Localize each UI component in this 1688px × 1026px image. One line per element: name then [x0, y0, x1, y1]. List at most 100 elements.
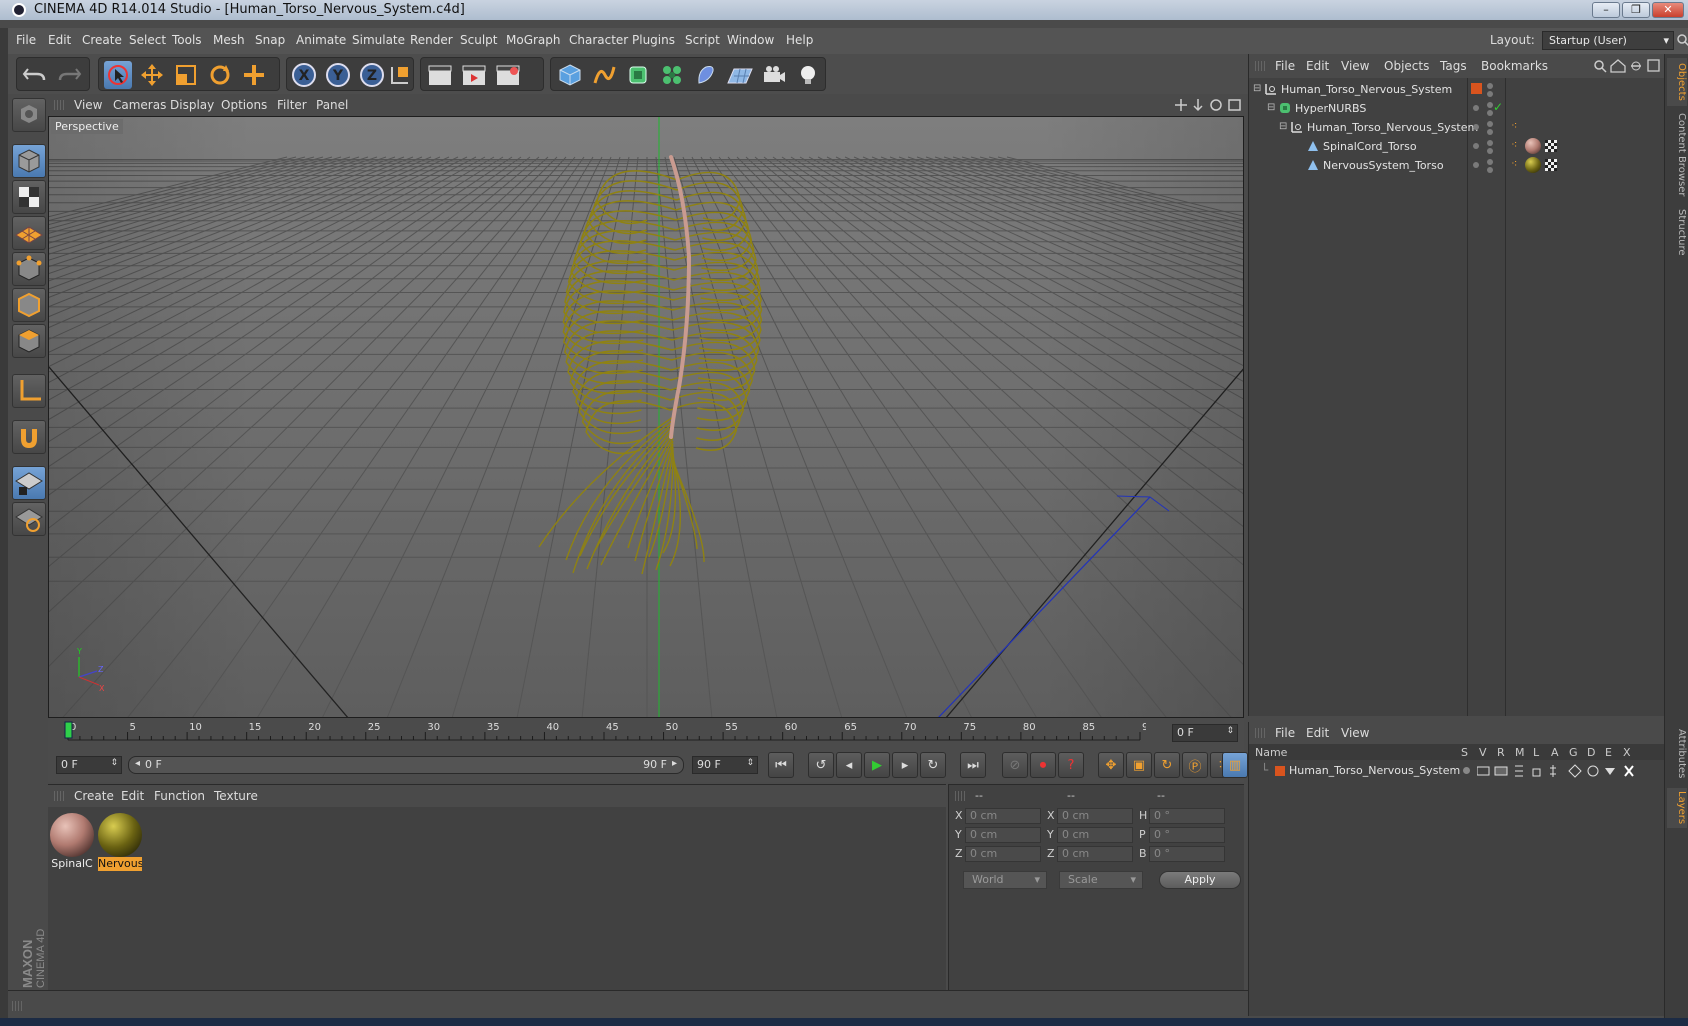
apply-button[interactable]: Apply — [1159, 871, 1241, 889]
add-environment-button[interactable] — [726, 61, 754, 89]
menu-mograph[interactable]: MoGraph — [506, 33, 561, 47]
restore-button[interactable]: ❐ — [1622, 2, 1650, 18]
axis-mode-button[interactable] — [12, 374, 46, 408]
menu-window[interactable]: Window — [727, 33, 774, 47]
menu-plugins[interactable]: Plugins — [632, 33, 675, 47]
layer-menu-file[interactable]: File — [1275, 726, 1295, 740]
workplane-mode-button[interactable] — [12, 216, 46, 250]
menu-character[interactable]: Character — [569, 33, 628, 47]
viewport-canvas[interactable]: Y Z X — [49, 117, 1244, 718]
object-menu-view[interactable]: View — [1341, 59, 1369, 73]
rot-h-field[interactable]: 0 ° — [1149, 808, 1225, 824]
y-axis-lock[interactable]: Y — [324, 61, 352, 89]
material-menu-function[interactable]: Function — [154, 789, 205, 803]
layer-menu-edit[interactable]: Edit — [1306, 726, 1329, 740]
editor-visibility-dot[interactable] — [1487, 140, 1493, 146]
object-menu-edit[interactable]: Edit — [1306, 59, 1329, 73]
pan-view-icon[interactable] — [1175, 99, 1187, 111]
move-tool[interactable] — [138, 61, 166, 89]
menu-file[interactable]: File — [16, 33, 36, 47]
perspective-viewport[interactable]: Y Z X Perspective — [48, 116, 1244, 718]
object-row-nervoussystem[interactable]: NervousSystem_Torso ⁖ — [1249, 156, 1665, 175]
rotate-tool[interactable] — [206, 61, 234, 89]
tab-attributes[interactable]: Attributes — [1667, 724, 1687, 784]
zoom-view-icon[interactable] — [1193, 99, 1203, 112]
autokeying-button[interactable]: ⏺ — [1030, 752, 1056, 778]
rot-b-field[interactable]: 0 ° — [1149, 846, 1225, 862]
next-key-button[interactable]: ↻ — [920, 752, 946, 778]
next-frame-button[interactable]: ▸ — [892, 752, 918, 778]
add-camera-button[interactable] — [760, 61, 788, 89]
size-z-field[interactable]: 0 cm — [1057, 846, 1133, 862]
go-to-start-button[interactable]: ⏮ — [768, 752, 794, 778]
size-mode-dropdown[interactable]: Scale ▾ — [1059, 871, 1143, 889]
object-menu-objects[interactable]: Objects — [1384, 59, 1429, 73]
timeline-layout-button[interactable]: ▥ — [1222, 752, 1248, 778]
viewport-menu-display[interactable]: Display — [170, 98, 214, 112]
object-manager[interactable]: ⊟ Human_Torso_Nervous_System ⊟ HyperNURB… — [1248, 78, 1664, 716]
enabled-check-icon[interactable]: ✓ — [1493, 100, 1503, 114]
editor-visibility-dot[interactable] — [1487, 83, 1493, 89]
coordinate-system-toggle[interactable] — [386, 61, 414, 89]
material-menu-create[interactable]: Create — [74, 789, 114, 803]
viewport-menu-options[interactable]: Options — [221, 98, 267, 112]
key-position-button[interactable]: ✥ — [1098, 752, 1124, 778]
current-frame-field[interactable]: 0 F ⇕ — [1172, 724, 1238, 742]
make-editable-button[interactable] — [12, 98, 46, 132]
phong-tag-icon[interactable]: ⁖ — [1511, 157, 1517, 170]
previous-key-button[interactable]: ↺ — [808, 752, 834, 778]
record-keys-button[interactable]: ⊘ — [1002, 752, 1028, 778]
pos-z-field[interactable]: 0 cm — [965, 846, 1041, 862]
add-deformer-button[interactable] — [692, 61, 720, 89]
add-cube-button[interactable] — [556, 61, 584, 89]
menu-script[interactable]: Script — [685, 33, 720, 47]
render-view-button[interactable] — [426, 61, 454, 89]
phong-tag-icon[interactable]: ⁖ — [1511, 138, 1517, 151]
uvw-tag-icon[interactable] — [1545, 140, 1557, 152]
object-menu-file[interactable]: File — [1275, 59, 1295, 73]
object-row-root-null[interactable]: ⊟ Human_Torso_Nervous_System — [1249, 80, 1665, 99]
scale-tool[interactable] — [172, 61, 200, 89]
locked-workplane-button[interactable] — [12, 466, 46, 500]
go-to-end-button[interactable]: ⏭ — [960, 752, 986, 778]
uvw-tag-icon[interactable] — [1545, 159, 1557, 171]
editor-visibility-dot[interactable] — [1487, 121, 1493, 127]
menu-tools[interactable]: Tools — [172, 33, 202, 47]
viewport-menu-panel[interactable]: Panel — [316, 98, 348, 112]
render-settings-button[interactable] — [494, 61, 522, 89]
object-row-hypernurbs[interactable]: ⊟ HyperNURBS ✓ — [1249, 99, 1665, 118]
menu-create[interactable]: Create — [82, 33, 122, 47]
keyframe-selection-button[interactable]: ? — [1058, 752, 1084, 778]
menu-snap[interactable]: Snap — [255, 33, 285, 47]
previous-frame-button[interactable]: ◂ — [836, 752, 862, 778]
collapse-toggle-icon[interactable]: ⊟ — [1253, 83, 1265, 95]
render-visibility-dot[interactable] — [1487, 167, 1493, 173]
render-visibility-dot[interactable] — [1487, 91, 1493, 97]
menu-animate[interactable]: Animate — [296, 33, 346, 47]
key-scale-button[interactable]: ▣ — [1126, 752, 1152, 778]
add-light-button[interactable] — [794, 61, 822, 89]
material-tag-icon[interactable] — [1525, 157, 1541, 173]
recent-tool[interactable] — [240, 61, 268, 89]
search-icon[interactable] — [1676, 33, 1688, 47]
rotate-view-icon[interactable] — [1210, 99, 1222, 111]
object-menu-tags[interactable]: Tags — [1440, 59, 1467, 73]
close-button[interactable]: ✕ — [1652, 2, 1684, 18]
viewport-menu-cameras[interactable]: Cameras — [113, 98, 166, 112]
render-visibility-dot[interactable] — [1487, 129, 1493, 135]
menu-select[interactable]: Select — [129, 33, 166, 47]
tab-layers[interactable]: Layers — [1667, 788, 1687, 828]
timeline-ticks[interactable]: 051015202530354045505560657075808590 — [56, 718, 1146, 748]
object-row-spinalcord[interactable]: SpinalCord_Torso ⁖ — [1249, 137, 1665, 156]
maximize-view-icon[interactable] — [1228, 99, 1241, 111]
undo-button[interactable] — [20, 61, 48, 89]
object-menu-bookmarks[interactable]: Bookmarks — [1481, 59, 1548, 73]
redo-button[interactable] — [56, 61, 84, 89]
add-spline-button[interactable] — [590, 61, 618, 89]
model-mode-button[interactable] — [12, 144, 46, 178]
key-rotation-button[interactable]: ↻ — [1154, 752, 1180, 778]
editor-visibility-dot[interactable] — [1487, 159, 1493, 165]
layer-menu-view[interactable]: View — [1341, 726, 1369, 740]
pos-y-field[interactable]: 0 cm — [965, 827, 1041, 843]
tab-structure[interactable]: Structure — [1667, 204, 1687, 260]
